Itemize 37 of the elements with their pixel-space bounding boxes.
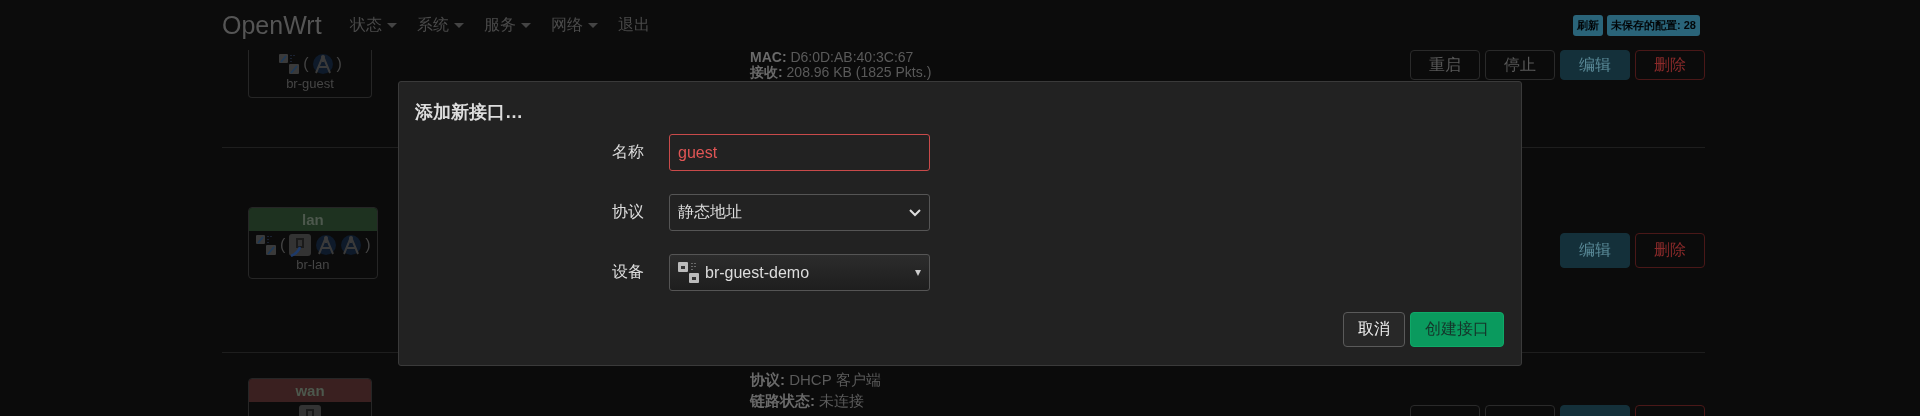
- device-select[interactable]: br-guest-demo: [669, 254, 930, 291]
- menu-item[interactable]: 服务: [483, 14, 531, 36]
- brand-logo[interactable]: OpenWrt: [222, 10, 322, 40]
- header-badge[interactable]: 未保存的配置: 28: [1607, 14, 1700, 36]
- delete-button[interactable]: 删除: [1635, 50, 1705, 80]
- dialog-title: 添加新接口…: [415, 101, 523, 124]
- menu-item[interactable]: 退出: [617, 14, 650, 36]
- field-label: 名称: [612, 142, 644, 162]
- status-line: 接收: 208.96 KB (1825 Pkts.): [750, 65, 933, 80]
- field-label: 设备: [612, 262, 644, 282]
- name-field[interactable]: guest: [669, 134, 930, 171]
- interface-name: wan: [249, 379, 371, 402]
- caret-icon: [915, 269, 921, 276]
- header-badge[interactable]: 刷新: [1573, 14, 1604, 36]
- menu-item[interactable]: 状态: [349, 14, 397, 36]
- status-line: MAC: D6:0D:AB:40:3C:67: [750, 50, 915, 65]
- edit-button[interactable]: 编辑: [1560, 233, 1630, 268]
- bracket: ): [365, 236, 371, 254]
- bracket: (: [280, 236, 286, 254]
- menu-item[interactable]: 系统: [416, 14, 464, 36]
- bracket: ): [336, 55, 342, 73]
- device-name: br-guest: [285, 76, 335, 93]
- chevron-icon: [909, 208, 921, 217]
- status-line: 链路状态: 未连接: [750, 391, 866, 411]
- bridge-icon: [678, 261, 700, 284]
- bracket: (: [303, 55, 309, 73]
- field-label: 协议: [612, 202, 644, 222]
- delete-button[interactable]: 删除: [1635, 233, 1705, 268]
- protocol-select[interactable]: 静态地址: [669, 194, 930, 231]
- create-button[interactable]: 创建接口: [1410, 312, 1504, 347]
- edit-button[interactable]: 编辑: [1560, 50, 1630, 80]
- device-name: br-lan: [295, 257, 331, 274]
- stop-button[interactable]: 停止: [1485, 50, 1555, 80]
- menu-item[interactable]: 网络: [550, 14, 598, 36]
- status-line: 协议: DHCP 客户端: [750, 370, 882, 390]
- restart-button[interactable]: 重启: [1410, 50, 1480, 80]
- cancel-button[interactable]: 取消: [1343, 312, 1405, 347]
